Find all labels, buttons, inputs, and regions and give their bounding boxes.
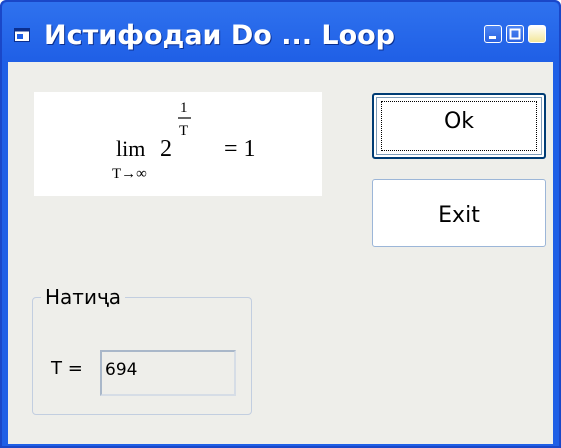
formula-lim: lim <box>116 136 145 161</box>
limit-formula: lim T→∞ 2 1 T = 1 <box>112 100 256 182</box>
ok-button-label: Ok <box>443 109 475 134</box>
formula-base: 2 <box>160 136 172 162</box>
exit-button[interactable]: Exit <box>372 179 546 247</box>
title-bar[interactable]: Истифодаи Do ... Loop <box>2 2 559 62</box>
app-window-icon <box>14 28 30 42</box>
minimize-button[interactable] <box>484 25 502 43</box>
maximize-icon <box>509 28 521 40</box>
formula-subscript: T→∞ <box>112 166 147 182</box>
formula-rhs: = 1 <box>224 136 256 162</box>
result-groupbox: Натиҷа T = 694 <box>32 284 252 415</box>
window-title: Истифодаи Do ... Loop <box>44 20 396 51</box>
minimize-icon <box>489 36 496 39</box>
ok-button[interactable]: Ok <box>372 93 546 159</box>
exit-button-label: Exit <box>438 203 480 228</box>
formula-exponent-denominator: T <box>179 123 188 139</box>
formula-exponent-numerator: 1 <box>180 100 188 116</box>
result-group-legend: Натиҷа <box>41 284 126 310</box>
close-button[interactable] <box>528 25 546 43</box>
client-area: lim T→∞ 2 1 T = 1 Ok Exit Натиҷа T = 694 <box>8 62 553 444</box>
formula-image: lim T→∞ 2 1 T = 1 <box>34 92 322 196</box>
t-label: T = <box>51 358 83 379</box>
t-value-field[interactable]: 694 <box>100 350 236 396</box>
maximize-button[interactable] <box>506 25 524 43</box>
close-icon <box>529 26 545 42</box>
main-window: Истифодаи Do ... Loop lim T→∞ 2 1 T = 1 … <box>0 0 561 448</box>
